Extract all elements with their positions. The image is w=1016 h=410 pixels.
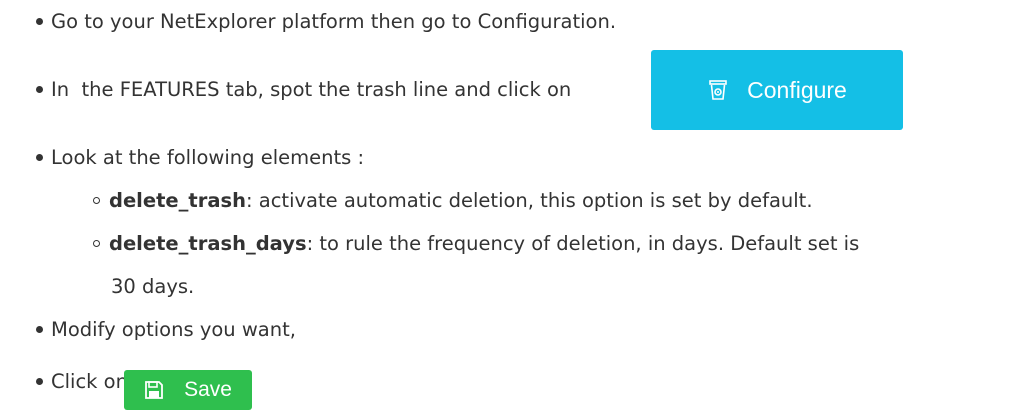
list-item: Go to your NetExplorer platform then go … <box>36 10 616 33</box>
list-item: Modify options you want, <box>36 318 296 341</box>
option-description-continuation: 30 days. <box>111 275 195 298</box>
step-text: Click on <box>51 370 128 393</box>
sub-bullet <box>93 240 100 247</box>
option-term: delete_trash <box>109 189 246 212</box>
option-description: : to rule the frequency of deletion, in … <box>306 232 860 255</box>
list-item: Look at the following elements : <box>36 146 364 169</box>
list-item: Click on <box>36 370 128 393</box>
step-text: Look at the following elements : <box>51 146 365 169</box>
sub-list-item: delete_trash_days : to rule the frequenc… <box>93 232 859 255</box>
instruction-list: Go to your NetExplorer platform then go … <box>0 0 1016 410</box>
step-text: In the FEATURES tab, spot the trash line… <box>51 78 572 101</box>
bullet <box>36 326 43 333</box>
bullet <box>36 86 43 93</box>
configure-button-label: Configure <box>747 76 847 103</box>
sub-list-item-continuation: 30 days. <box>111 275 194 298</box>
sub-bullet <box>93 197 100 204</box>
floppy-disk-icon <box>144 380 164 400</box>
trash-gear-icon <box>707 79 729 101</box>
step-text: Modify options you want, <box>51 318 296 341</box>
save-button-label: Save <box>184 378 232 401</box>
list-item: In the FEATURES tab, spot the trash line… <box>36 78 571 101</box>
bullet <box>36 154 43 161</box>
step-text: Go to your NetExplorer platform then go … <box>51 10 617 33</box>
bullet <box>36 18 43 25</box>
option-description: : activate automatic deletion, this opti… <box>245 189 813 212</box>
option-term: delete_trash_days <box>109 232 307 255</box>
bullet <box>36 378 43 385</box>
save-button[interactable]: Save <box>124 370 252 410</box>
configure-button[interactable]: Configure <box>651 50 903 130</box>
sub-list-item: delete_trash : activate automatic deleti… <box>93 189 813 212</box>
